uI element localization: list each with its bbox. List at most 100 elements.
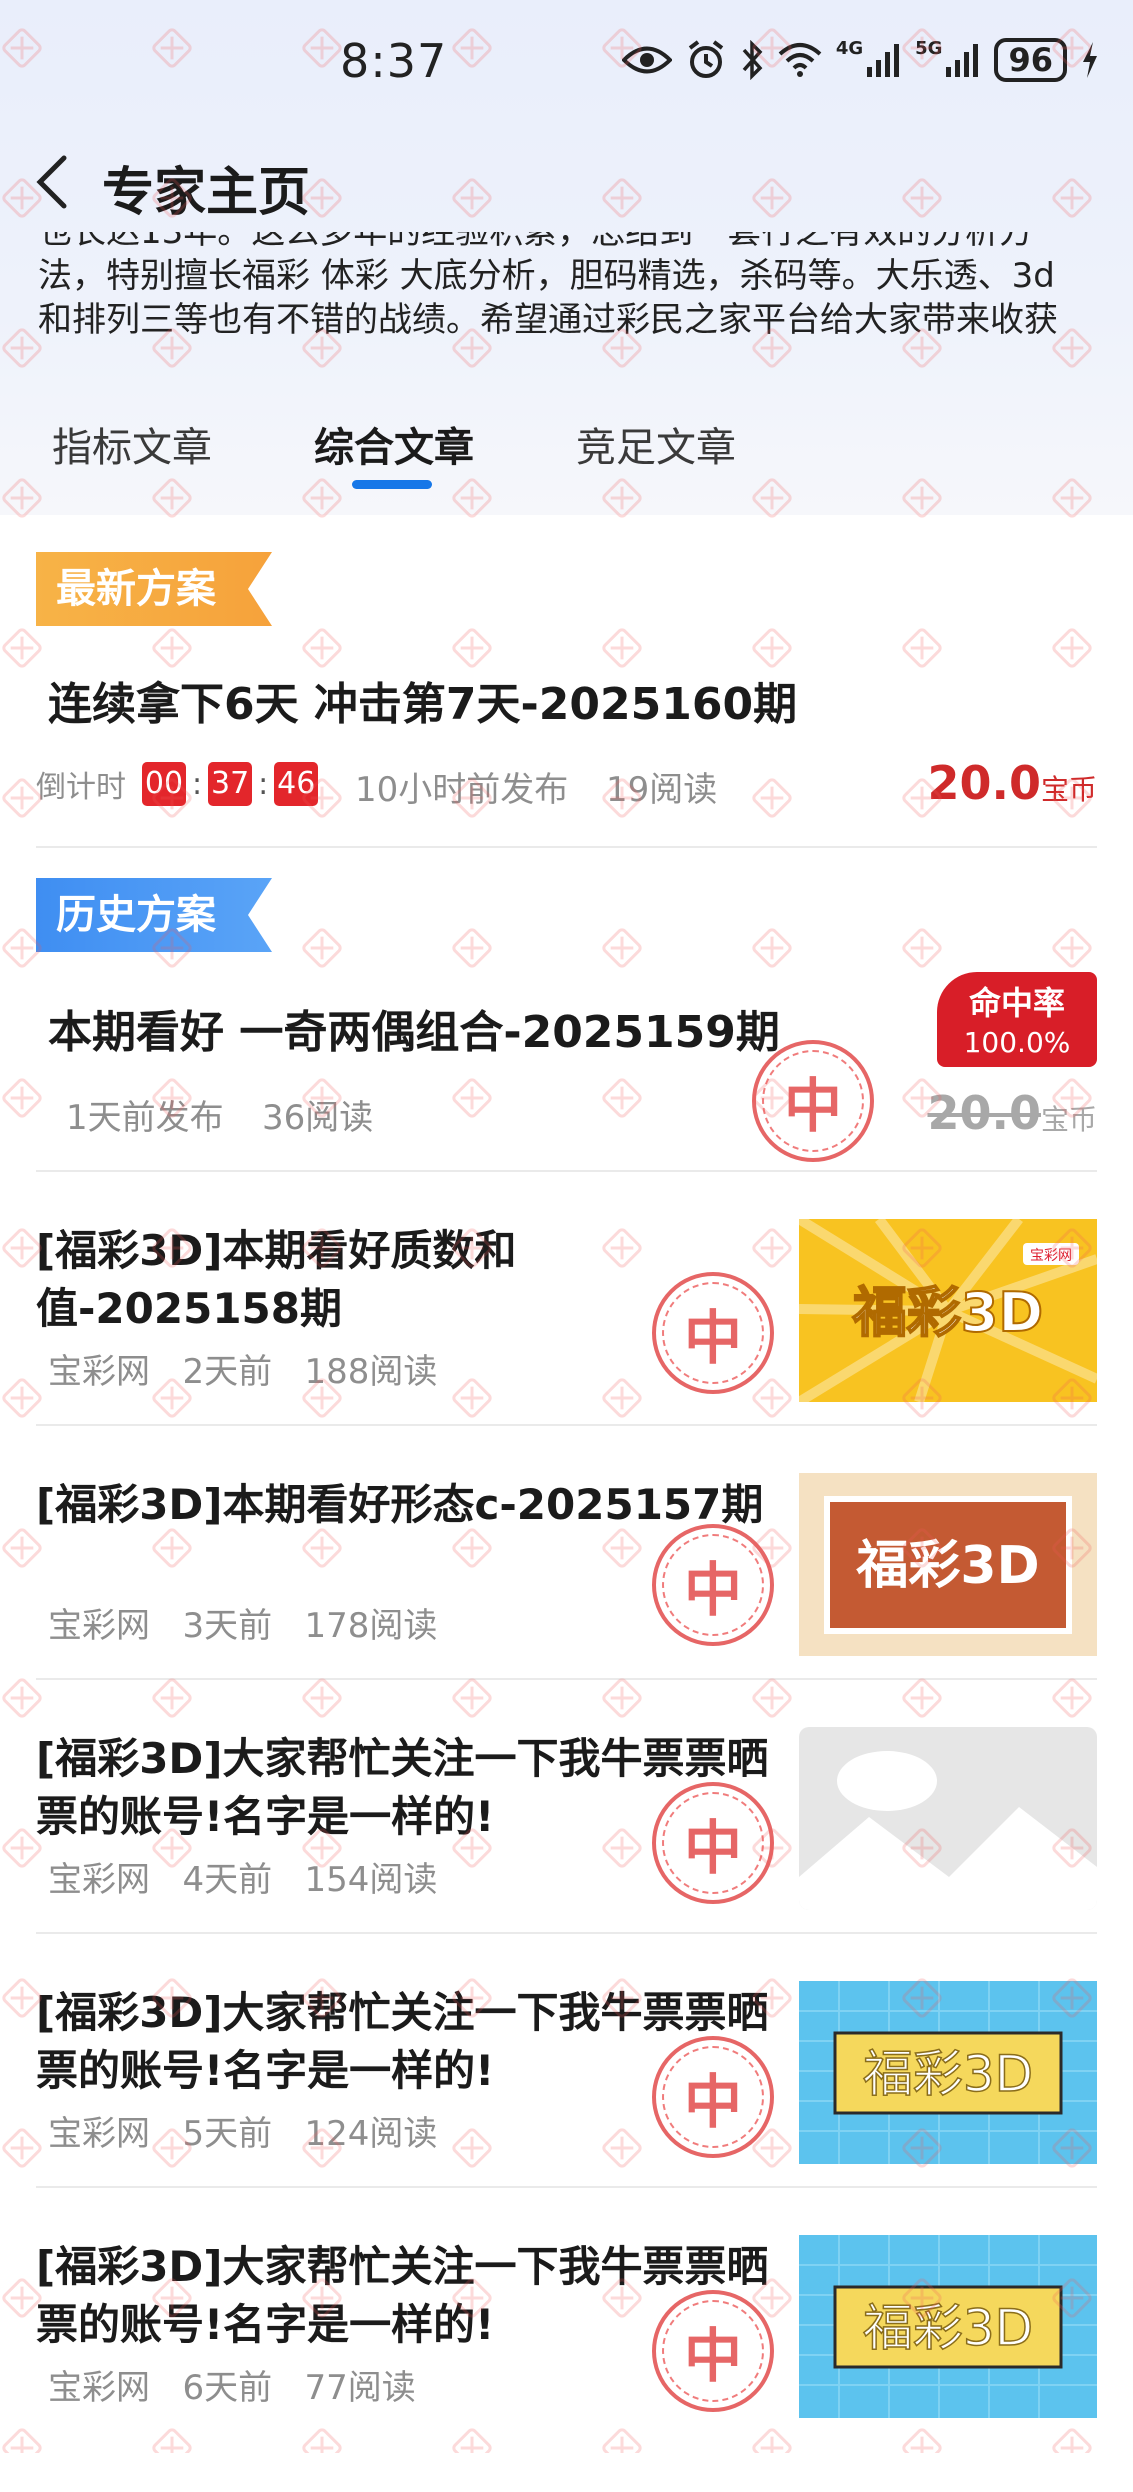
active-tab-underline (352, 480, 432, 489)
price-currency: 宝币 (1040, 1103, 1097, 1136)
expert-intro: 也长达13年。这么多年的经验积累，总结到一套行之有效的分析方 法，特别擅长福彩 … (38, 232, 1118, 352)
thumbnail-text: 福彩3D (863, 2045, 1033, 2103)
countdown-minutes: 37 (208, 762, 253, 806)
countdown-hours: 00 (142, 762, 186, 806)
divider (36, 2186, 1097, 2188)
article-tabs: 指标文章 综合文章 竞足文章 (0, 415, 1133, 515)
article-meta: 宝彩网 5天前 124阅读 (48, 2106, 437, 2155)
network-5g-label: 5G (915, 38, 943, 59)
charging-icon (1081, 38, 1099, 82)
article-meta: 宝彩网 4天前 154阅读 (48, 1852, 437, 1901)
history-reads: 36阅读 (262, 1098, 374, 1138)
battery-indicator: 96 (994, 38, 1067, 82)
list-item[interactable]: [福彩3D]大家帮忙关注一下我牛票票晒票的账号!名字是一样的! 宝彩网 5天前 … (0, 1981, 1133, 2238)
divider (36, 1932, 1097, 1934)
article-reads: 77阅读 (304, 2368, 416, 2408)
article-thumbnail: 福彩3D (799, 1981, 1097, 2164)
status-time: 8:37 (340, 34, 448, 88)
intro-line: 和排列三等也有不错的战绩。希望通过彩民之家平台给大家带来收获 (38, 300, 1058, 340)
back-button[interactable] (30, 152, 76, 212)
article-thumbnail: 福彩3D (799, 2235, 1097, 2418)
hit-stamp: 中 (652, 1782, 774, 1904)
divider (36, 1424, 1097, 1426)
hit-rate-label: 命中率 (968, 984, 1065, 1022)
history-published: 1天前发布 (66, 1098, 224, 1138)
page-title: 专家主页 (102, 163, 311, 223)
eye-icon (621, 38, 672, 82)
countdown-seconds: 46 (274, 762, 319, 806)
thumbnail-text: 福彩3D (852, 1281, 1043, 1344)
intro-clipped-text: 也长达13年。这么多年的经验积累，总结到一套行之有效的分析方 (38, 232, 1034, 252)
article-reads: 154阅读 (304, 1860, 438, 1900)
thumbnail-text: 福彩3D (863, 2299, 1033, 2357)
intro-line: 法，特别擅长福彩 体彩 大底分析，胆码精选，杀码等。大乐透、3d (38, 256, 1055, 296)
stamp-text: 中 (683, 1304, 742, 1372)
article-reads: 124阅读 (304, 2114, 438, 2154)
list-item[interactable]: [福彩3D]本期看好质数和值-2025158期 宝彩网 2天前 188阅读 中 … (0, 1219, 1133, 1476)
article-meta: 宝彩网 2天前 188阅读 (48, 1344, 437, 1393)
tab-football-articles[interactable]: 竞足文章 (576, 415, 736, 473)
image-placeholder-icon (799, 1727, 1097, 1910)
article-source: 宝彩网 (48, 1860, 150, 1900)
latest-plan-ribbon: 最新方案 (36, 552, 272, 626)
stamp-text: 中 (683, 1556, 742, 1624)
article-meta: 宝彩网 3天前 178阅读 (48, 1598, 437, 1647)
history-plan-ribbon: 历史方案 (36, 878, 272, 952)
hit-stamp: 中 (652, 2290, 774, 2412)
chevron-left-icon (36, 155, 67, 209)
tab-general-articles[interactable]: 综合文章 (314, 415, 474, 473)
page-header: 专家主页 (0, 140, 1133, 223)
stamp-text: 中 (683, 2322, 742, 2390)
latest-plan-title[interactable]: 连续拿下6天 冲击第7天-2025160期 (48, 668, 797, 732)
price-value: 20.0 (927, 1086, 1041, 1140)
divider (36, 846, 1097, 848)
countdown-label: 倒计时 (36, 770, 126, 805)
network-4g-label: 4G (835, 38, 864, 59)
hit-rate-value: 100.0% (963, 1026, 1071, 1059)
price-currency: 宝币 (1040, 773, 1097, 806)
countdown: 倒计时 00 : 37 : 46 (36, 762, 319, 806)
divider (36, 1678, 1097, 1680)
countdown-separator: : (192, 766, 203, 802)
article-thumbnail: 福彩3D (799, 1473, 1097, 1656)
hit-stamp: 中 (652, 1524, 774, 1646)
price-value: 20.0 (927, 756, 1041, 810)
article-reads: 178阅读 (304, 1606, 438, 1646)
intro-clipped-line: 也长达13年。这么多年的经验积累，总结到一套行之有效的分析方 (38, 232, 1118, 254)
divider (36, 1170, 1097, 1172)
history-price: 20.0宝币 (927, 1086, 1097, 1140)
alarm-icon (686, 38, 726, 82)
thumbnail-tag: 宝彩网 (1030, 1248, 1072, 1264)
article-source: 宝彩网 (48, 1606, 150, 1646)
latest-reads: 19阅读 (606, 770, 718, 810)
article-source: 宝彩网 (48, 2114, 150, 2154)
article-time: 6天前 (182, 2368, 273, 2408)
list-item[interactable]: [福彩3D]大家帮忙关注一下我牛票票晒票的账号!名字是一样的! 宝彩网 4天前 … (0, 1727, 1133, 1984)
signal-4g-icon: 4G (836, 38, 901, 82)
bluetooth-icon (740, 38, 764, 82)
latest-published: 10小时前发布 (355, 770, 569, 810)
article-time: 2天前 (182, 1352, 273, 1392)
hit-stamp: 中 (652, 1272, 774, 1394)
status-icons: 4G 5G 96 (621, 38, 1099, 82)
countdown-separator: : (258, 766, 269, 802)
signal-5g-icon: 5G (915, 38, 980, 82)
list-item[interactable]: [福彩3D]大家帮忙关注一下我牛票票晒票的账号!名字是一样的! 宝彩网 6天前 … (0, 2235, 1133, 2492)
article-time: 4天前 (182, 1860, 273, 1900)
article-reads: 188阅读 (304, 1352, 438, 1392)
stamp-text: 中 (683, 2068, 742, 2136)
article-meta: 宝彩网 6天前 77阅读 (48, 2360, 416, 2409)
list-item[interactable]: [福彩3D]本期看好形态c-2025157期 宝彩网 3天前 178阅读 中 福… (0, 1473, 1133, 1730)
status-bar: 8:37 4G 5G 96 (0, 0, 1133, 120)
hit-stamp: 中 (752, 1040, 874, 1162)
hit-stamp: 中 (652, 2036, 774, 2158)
hit-rate-badge: 命中率 100.0% (937, 972, 1097, 1067)
stamp-text: 中 (783, 1072, 842, 1140)
article-thumbnail: 宝彩网 福彩3D (799, 1219, 1097, 1402)
article-source: 宝彩网 (48, 1352, 150, 1392)
article-source: 宝彩网 (48, 2368, 150, 2408)
article-time: 5天前 (182, 2114, 273, 2154)
latest-price: 20.0宝币 (927, 756, 1097, 810)
tab-indicator-articles[interactable]: 指标文章 (52, 415, 212, 473)
history-plan-title[interactable]: 本期看好 一奇两偶组合-2025159期 (48, 996, 780, 1060)
